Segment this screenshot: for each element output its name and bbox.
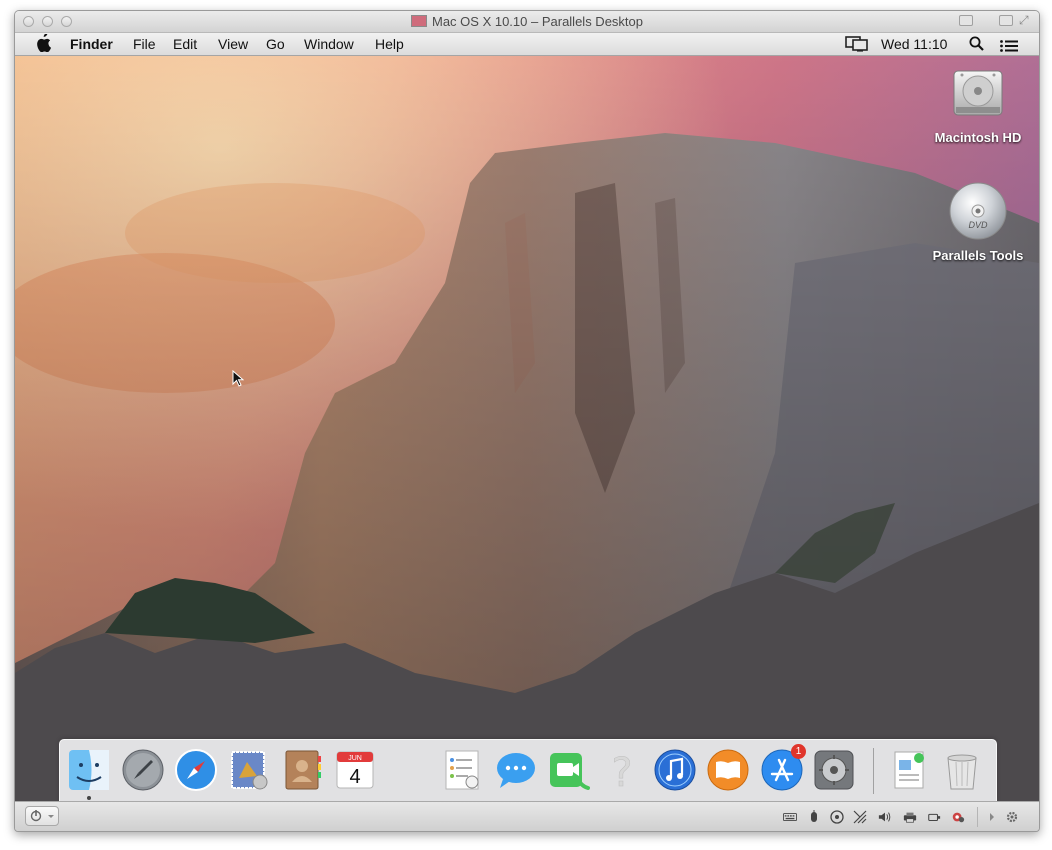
apple-menu-icon[interactable] [35,33,52,53]
vm-screen[interactable]: Finder File Edit View Go Window Help Wed… [15,33,1039,801]
power-button[interactable] [25,806,59,826]
menu-edit[interactable]: Edit [172,35,198,53]
menu-window[interactable]: Window [303,35,355,53]
desktop-icon-label: Parallels Tools [932,248,1024,263]
screenshot-icon[interactable] [959,15,973,26]
power-icon [30,810,54,822]
calendar-day: 4 [349,766,360,788]
shared-folders-icon[interactable] [951,810,965,824]
menu-help[interactable]: Help [374,35,405,53]
compass-icon [175,749,217,791]
notification-badge: 1 [791,744,806,759]
menu-file[interactable]: File [132,35,157,53]
status-bar [15,801,1039,831]
settings-gear-icon[interactable] [1005,810,1019,824]
fullscreen-icon[interactable]: ⤢ [1019,14,1033,26]
dock-launchpad[interactable] [121,748,165,792]
chat-bubbles-icon [497,753,535,788]
dock: JUN 4 ? 1 [59,739,997,801]
menu-bar: Finder File Edit View Go Window Help Wed… [15,33,1039,56]
dock-preview[interactable] [887,748,931,792]
notification-center-icon[interactable] [999,38,1019,56]
dock-facetime[interactable] [547,748,591,792]
desktop-icon-macintosh-hd[interactable]: Macintosh HD [928,63,1028,145]
trash-icon [947,754,977,790]
mouse-icon[interactable] [807,810,821,824]
menu-app-name[interactable]: Finder [69,35,114,53]
rocket-icon [122,749,164,791]
printer-icon[interactable] [903,810,917,824]
reminders-icon [445,750,479,790]
desktop-wallpaper [15,33,1039,801]
svg-text:DVD: DVD [968,220,988,230]
gear-icon [814,750,854,790]
cd-icon[interactable] [830,810,844,824]
window-title: Mac OS X 10.10 – Parallels Desktop [15,14,1039,29]
dock-messages[interactable] [494,748,538,792]
dock-ibooks[interactable] [706,748,750,792]
address-book-icon [285,750,321,790]
coherence-icon[interactable] [999,15,1013,26]
music-note-icon [654,749,696,791]
dvd-icon: DVD [949,182,1007,240]
menu-go[interactable]: Go [265,35,286,53]
desktop-icon-label: Macintosh HD [934,130,1022,145]
chevron-right-icon[interactable] [985,810,999,824]
dock-finder[interactable] [67,748,111,792]
finder-icon [69,750,109,790]
menu-view[interactable]: View [217,35,249,53]
document-icon [894,751,924,789]
monitor-icon [411,15,427,27]
calendar-icon: JUN 4 [336,751,374,789]
desktop-icon-parallels-tools[interactable]: DVD Parallels Tools [928,181,1028,263]
dock-itunes[interactable] [653,748,697,792]
status-separator [977,807,978,827]
mouse-pointer-icon [232,370,244,387]
video-camera-icon [550,753,590,790]
calendar-month: JUN [348,755,362,762]
window-titlebar[interactable]: Mac OS X 10.10 – Parallels Desktop ⤢ [15,11,1039,33]
running-indicator [87,796,91,800]
dock-safari[interactable] [174,748,218,792]
dock-separator [873,748,874,794]
dock-contacts[interactable] [280,748,324,792]
spotlight-search-icon[interactable] [968,36,985,54]
network-icon[interactable] [853,810,867,824]
usb-icon[interactable] [927,810,941,824]
mail-stamp-icon [231,751,268,790]
dock-reminders[interactable] [440,748,484,792]
keyboard-icon[interactable] [783,810,797,824]
dock-app-store[interactable]: 1 [760,744,806,792]
dock-help[interactable]: ? [600,748,644,792]
speaker-icon[interactable] [878,810,892,824]
dock-mail[interactable] [227,748,271,792]
parallels-window: Mac OS X 10.10 – Parallels Desktop ⤢ Fin… [14,10,1040,832]
dock-calendar[interactable]: JUN 4 [333,748,377,792]
clock[interactable]: Wed 11:10 [880,35,948,53]
dock-trash[interactable] [940,748,984,792]
hard-drive-icon [953,70,1003,116]
display-icon[interactable] [844,36,870,54]
dock-system-preferences[interactable] [812,748,856,792]
open-book-icon [707,749,749,791]
question-mark-icon: ? [611,750,633,792]
svg-text:?: ? [611,750,632,792]
